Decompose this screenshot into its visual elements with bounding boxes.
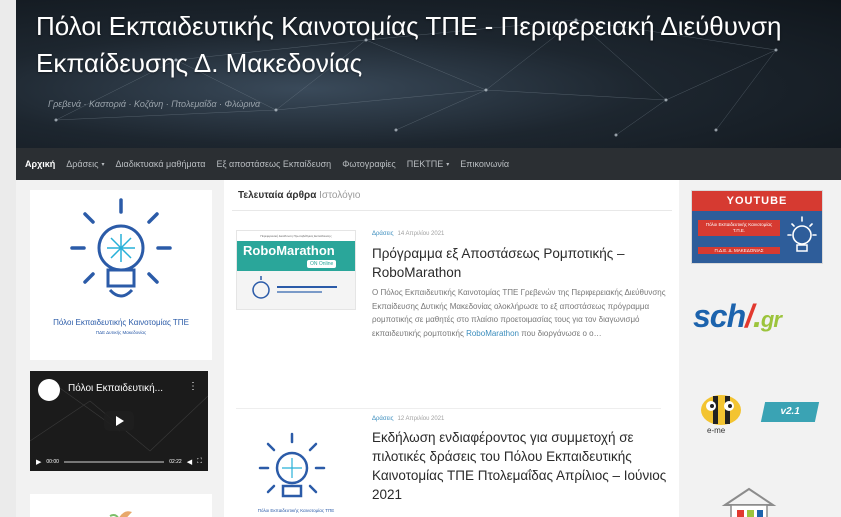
nav-item-label: Φωτογραφίες bbox=[342, 159, 396, 169]
nav-item[interactable]: Εξ αποστάσεως Εκπαίδευση bbox=[216, 159, 331, 169]
thumbnail-footer bbox=[237, 271, 355, 309]
post-category-link[interactable]: Δράσεις bbox=[372, 416, 394, 422]
post-meta: Δράσεις 12 Απριλίου 2021 bbox=[372, 416, 444, 422]
heading-latest-posts: Τελευταία άρθρα bbox=[238, 190, 317, 201]
lightbulb-icon bbox=[787, 216, 817, 252]
site-description: Γρεβενά · Καστοριά · Κοζάνη · Πτολεμαΐδα… bbox=[48, 99, 261, 109]
excerpt-text-end: που διοργάνωσε ο ο… bbox=[518, 328, 602, 338]
sch-logo-main: sch bbox=[693, 298, 746, 334]
sch-gr-logo[interactable]: sch/.gr bbox=[693, 298, 782, 335]
thumbnail-caption: Πόλοι Εκπαιδευτικής Καινοτομίας ΤΠΕ bbox=[257, 508, 335, 513]
post-date: 14 Απριλίου 2021 bbox=[397, 231, 445, 237]
youtube-channel-name: Πόλοι Εκπαιδευτικής Καινοτομίας Τ.Π.Ε. bbox=[698, 220, 780, 236]
leaf-decoration-icon bbox=[109, 511, 132, 517]
post-excerpt: Ο Πόλος Εκπαιδευτικής Καινοτομίας ΤΠΕ Γρ… bbox=[372, 286, 672, 340]
logo-text: Πόλοι Εκπαιδευτικής Καινοτομίας ΤΠΕ bbox=[53, 318, 189, 327]
right-sidebar: YOUTUBE Πόλοι Εκπαιδευτικής Καινοτομίας … bbox=[679, 180, 841, 517]
heading-blog-link[interactable]: Ιστολόγιο bbox=[319, 190, 360, 201]
video-current-time: 00:00 bbox=[46, 459, 59, 465]
play-button[interactable] bbox=[104, 411, 134, 431]
post-meta: Δράσεις 14 Απριλίου 2021 bbox=[372, 231, 444, 237]
nav-item[interactable]: Φωτογραφίες bbox=[342, 159, 396, 169]
page: Πόλοι Εκπαιδευτικής Καινοτομίας ΤΠΕ - Πε… bbox=[0, 0, 841, 517]
nav-item-label: Εξ αποστάσεως Εκπαίδευση bbox=[216, 159, 332, 169]
post-date: 12 Απριλίου 2021 bbox=[397, 416, 445, 422]
post-separator bbox=[236, 408, 661, 409]
fullscreen-icon[interactable]: ⛶ bbox=[197, 458, 202, 466]
small-lightbulb-logo-icon bbox=[252, 276, 337, 299]
lightbulb-gear-logo-icon bbox=[258, 432, 326, 498]
post-thumbnail[interactable]: Περιφερειακή Διεύθυνση Πρωτοβάθμιας Εκπα… bbox=[236, 230, 356, 310]
thumbnail-title: RoboMarathon bbox=[243, 243, 335, 258]
video-progress-bar[interactable] bbox=[63, 461, 165, 463]
section-heading: Τελευταία άρθρα Ιστολόγιο bbox=[238, 190, 360, 201]
thumbnail-header-text: Περιφερειακή Διεύθυνση Πρωτοβάθμιας Εκπα… bbox=[260, 234, 332, 238]
left-sidebar: Πόλοι Εκπαιδευτικής Καινοτομίας ΤΠΕ ΠΔΕ … bbox=[16, 180, 224, 517]
sch-logo-gr: gr bbox=[760, 307, 782, 332]
more-options-icon[interactable]: ⋮ bbox=[188, 381, 198, 392]
divider bbox=[232, 210, 672, 211]
youtube-label: YOUTUBE bbox=[692, 191, 822, 211]
post-category-link[interactable]: Δράσεις bbox=[372, 231, 394, 237]
youtube-channel-sub: Π.Δ.Ε. Δ. ΜΑΚΕΔΟΝΙΑΣ bbox=[698, 247, 780, 254]
e-me-logo[interactable]: e-me v2.1 bbox=[691, 386, 821, 436]
nav-item-label: Αρχική bbox=[25, 159, 56, 169]
online-badge: ΟΝ Online bbox=[307, 260, 337, 268]
post-thumbnail[interactable]: Πόλοι Εκπαιδευτικής Καινοτομίας ΤΠΕ bbox=[236, 430, 356, 513]
logo-widget[interactable]: Πόλοι Εκπαιδευτικής Καινοτομίας ΤΠΕ ΠΔΕ … bbox=[30, 190, 212, 360]
nav-item-label: ΠΕΚΤΠΕ bbox=[406, 159, 444, 169]
video-total-time: 02:22 bbox=[169, 459, 182, 465]
excerpt-link[interactable]: RoboMarathon bbox=[466, 329, 519, 338]
e-me-version-badge: v2.1 bbox=[760, 402, 820, 422]
channel-avatar[interactable] bbox=[38, 379, 60, 401]
sch-logo-slash: / bbox=[745, 298, 754, 334]
youtube-embed[interactable]: Πόλοι Εκπαιδευτική... ⋮ ▶ 00:00 02:22 ◀ … bbox=[30, 371, 208, 471]
video-title[interactable]: Πόλοι Εκπαιδευτική... bbox=[68, 383, 163, 394]
main-content: Τελευταία άρθρα Ιστολόγιο Περιφερειακή Δ… bbox=[224, 180, 679, 517]
sch-logo-dot: . bbox=[753, 298, 762, 334]
play-icon[interactable]: ▶ bbox=[36, 458, 41, 466]
chevron-down-icon: ▾ bbox=[101, 161, 105, 168]
nav-item-label: Επικοινωνία bbox=[460, 159, 510, 169]
chevron-down-icon: ▾ bbox=[446, 161, 450, 168]
site-header: Πόλοι Εκπαιδευτικής Καινοτομίας ΤΠΕ - Πε… bbox=[16, 0, 841, 148]
post-title[interactable]: Πρόγραμμα εξ Αποστάσεως Ρομποτικής – Rob… bbox=[372, 244, 672, 282]
school-house-icon[interactable] bbox=[719, 485, 779, 517]
e-me-bee-icon: e-me bbox=[701, 395, 741, 435]
main-nav: Αρχική Δράσεις ▾ Διαδικτυακά μαθήματα Εξ απο… bbox=[16, 148, 841, 180]
nav-item[interactable]: Επικοινωνία bbox=[460, 159, 509, 169]
site-title[interactable]: Πόλοι Εκπαιδευτικής Καινοτομίας ΤΠΕ - Πε… bbox=[36, 8, 816, 82]
nav-item-label: Δράσεις bbox=[66, 159, 99, 169]
nav-item[interactable]: Δράσεις ▾ bbox=[66, 159, 104, 169]
youtube-channel-banner[interactable]: YOUTUBE Πόλοι Εκπαιδευτικής Καινοτομίας … bbox=[691, 190, 823, 264]
sidebar-widget-bottom[interactable] bbox=[30, 494, 212, 517]
logo-subtitle: ΠΔΕ Δυτικής Μακεδονίας bbox=[95, 330, 147, 335]
e-me-text: e-me bbox=[707, 426, 726, 435]
nav-item[interactable]: Αρχική bbox=[25, 159, 55, 169]
nav-item-label: Διαδικτυακά μαθήματα bbox=[115, 159, 206, 169]
video-controls: ▶ 00:00 02:22 ◀ ⛶ bbox=[30, 453, 208, 471]
lightbulb-gear-logo-icon bbox=[70, 198, 172, 298]
nav-item[interactable]: Διαδικτυακά μαθήματα bbox=[116, 159, 206, 169]
post-title[interactable]: Εκδήλωση ενδιαφέροντος για συμμετοχή σε … bbox=[372, 428, 672, 504]
nav-item[interactable]: ΠΕΚΤΠΕ ▾ bbox=[407, 159, 450, 169]
volume-icon[interactable]: ◀ bbox=[187, 458, 192, 466]
youtube-banner-body: Πόλοι Εκπαιδευτικής Καινοτομίας Τ.Π.Ε. Π… bbox=[692, 211, 822, 263]
